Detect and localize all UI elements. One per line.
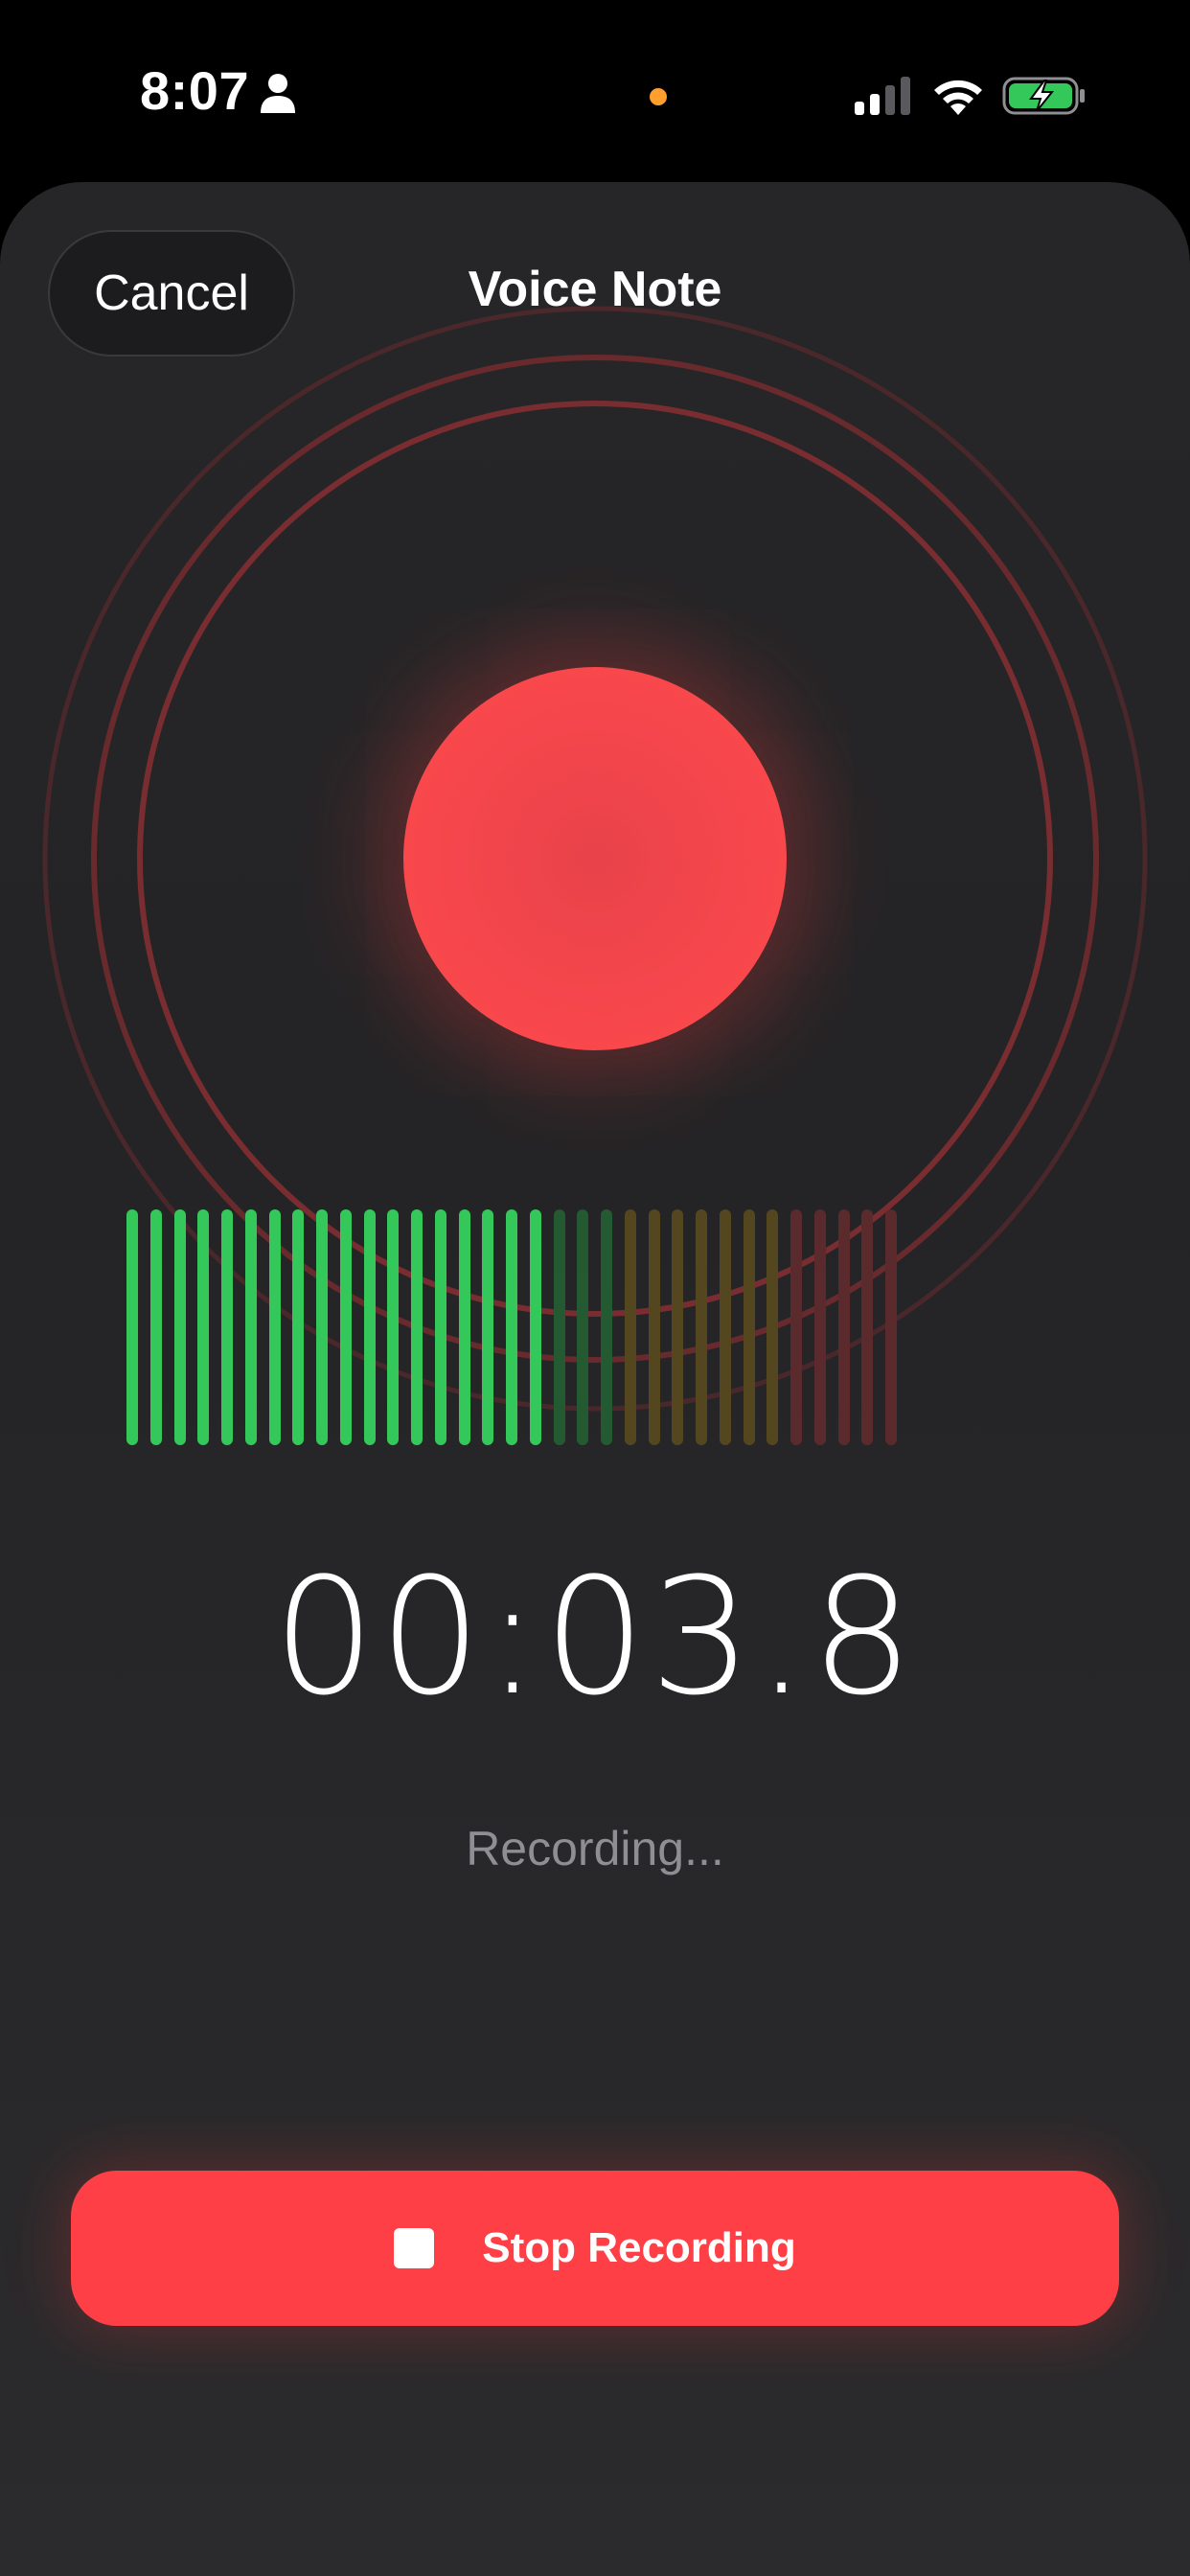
level-meter-bar [173,1209,186,1445]
level-meter-bar [126,1209,138,1445]
recording-timer: 00:03.8 [272,1543,918,1731]
level-meter-bar [577,1209,589,1445]
level-meter-bar [363,1209,376,1445]
level-meter-bar [837,1209,850,1445]
stop-icon [394,2228,435,2268]
battery-charging-icon [1002,77,1085,115]
level-meter-bar [221,1209,233,1445]
level-meter-bar [790,1209,802,1445]
level-meter-bar [648,1209,660,1445]
level-meter-bar [244,1209,257,1445]
level-meter-bar [696,1209,707,1445]
level-meter-bar [813,1209,826,1445]
level-meter-bar [529,1209,541,1445]
mic-indicator-dot [650,88,667,105]
level-meter-bar [885,1209,897,1445]
level-meter-bar [506,1209,517,1445]
stop-recording-button[interactable]: Stop Recording [71,2171,1119,2326]
level-meter-bar [672,1209,684,1445]
level-meter-bar [719,1209,731,1445]
level-meter-bar [149,1209,162,1445]
voice-note-sheet: Cancel Voice Note 00:03.8 Recording... S… [0,182,1190,2576]
level-meter-bar [458,1209,470,1445]
level-meter-bar [197,1209,210,1445]
level-meter-bar [339,1209,352,1445]
signal-icon [855,77,910,115]
level-meter-bar [624,1209,636,1445]
status-time: 8:07 [140,60,250,121]
level-meter-bar [553,1209,565,1445]
level-meter-bar [434,1209,446,1445]
audio-level-meter [0,1209,1190,1449]
level-meter-bar [316,1209,328,1445]
level-meter-bar [482,1209,494,1445]
level-meter-bar [601,1209,612,1445]
level-meter-bar [292,1209,305,1445]
level-meter-bar [743,1209,755,1445]
level-meter-bar [861,1209,874,1445]
level-meter-bar [767,1209,779,1445]
level-meter-bar [411,1209,423,1445]
recording-indicator-circle [403,667,787,1050]
level-meter-bar [387,1209,400,1445]
person-icon [261,74,295,113]
recording-status: Recording... [466,1822,724,1875]
wifi-icon [934,80,982,115]
level-meter-bar [268,1209,281,1445]
stop-recording-label: Stop Recording [482,2224,796,2271]
status-bar: 8:07 [0,0,1190,182]
